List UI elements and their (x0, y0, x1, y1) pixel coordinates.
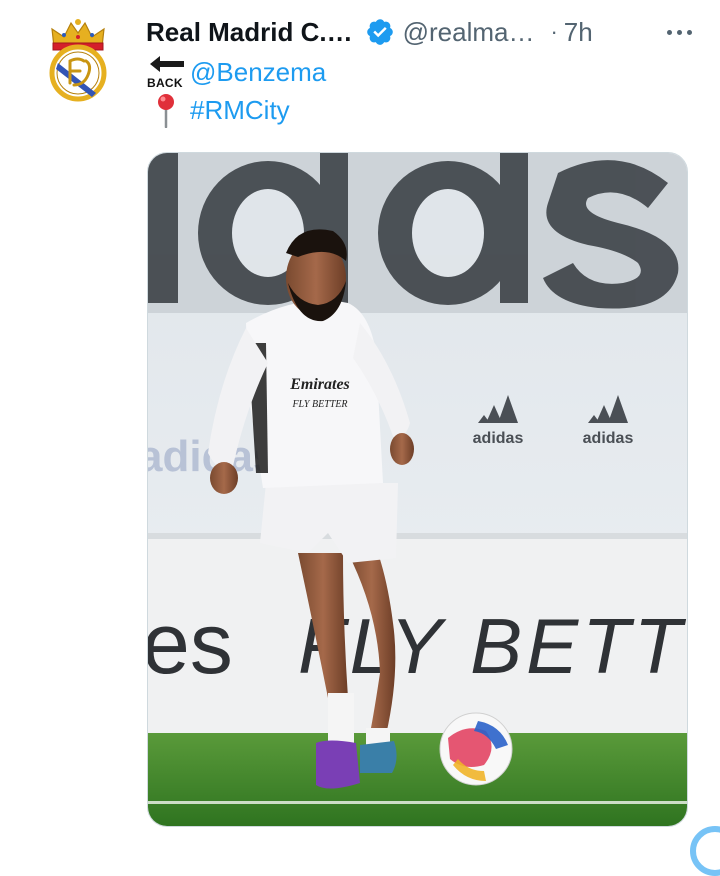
training-photo: adidas adidas adidas es FLY BETTER (148, 153, 687, 826)
tweet-text-line-hashtag: #RMCity (146, 92, 290, 129)
display-name[interactable]: Real Madrid C.… (146, 17, 353, 48)
svg-text:adidas: adidas (583, 430, 634, 447)
tweet-timestamp[interactable]: 7h (564, 17, 593, 48)
avatar[interactable] (30, 10, 126, 106)
real-madrid-crest-icon (49, 19, 107, 102)
wall-lettering (148, 153, 679, 309)
banner-text-right: FLY BETTER (298, 602, 687, 690)
shirt-sponsor-line1: Emirates (289, 376, 350, 393)
user-handle[interactable]: @realma… (403, 17, 535, 48)
tweet-text-line-mention: BACK @Benzema (146, 54, 326, 90)
football (439, 712, 513, 786)
back-emoji-label: BACK (147, 76, 183, 90)
mention-link[interactable]: @Benzema (190, 57, 326, 88)
back-arrow-emoji-icon: BACK (146, 54, 186, 90)
tweet-header: Real Madrid C.… @realma… · 7h (146, 14, 706, 50)
banner-text-left: es (148, 596, 233, 692)
pushpin-emoji-icon (146, 92, 186, 129)
tweet-media-photo[interactable]: adidas adidas adidas es FLY BETTER (147, 152, 688, 827)
more-icon[interactable] (667, 14, 692, 50)
verified-badge-icon (365, 17, 395, 47)
tweet[interactable]: Real Madrid C.… @realma… · 7h BACK @Benz… (0, 0, 720, 876)
shirt-sponsor-line2: FLY BETTER (291, 399, 347, 410)
separator-dot: · (550, 19, 558, 44)
svg-text:adidas: adidas (473, 430, 524, 447)
floating-action-icon[interactable] (690, 826, 720, 876)
hashtag-link[interactable]: #RMCity (190, 95, 290, 126)
